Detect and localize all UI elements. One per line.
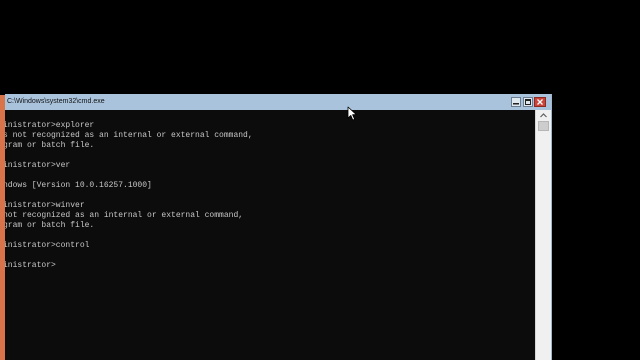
console-line: gram or batch file. [5, 141, 95, 150]
maximize-button[interactable] [523, 97, 533, 107]
console-line: inistrator>winver [5, 201, 85, 210]
console-line: gram or batch file. [5, 221, 95, 230]
console-line: inistrator>ver [5, 161, 71, 170]
window-title: C:\Windows\system32\cmd.exe [7, 98, 105, 105]
minimize-button[interactable] [511, 97, 521, 107]
title-bar[interactable]: C:\Windows\system32\cmd.exe [5, 94, 551, 110]
mouse-pointer-icon [347, 106, 357, 121]
console-output[interactable]: inistrator>explorer s not recognized as … [5, 110, 535, 360]
scroll-thumb[interactable] [538, 121, 549, 131]
console-line: s not recognized as an internal or exter… [5, 131, 253, 140]
console-line: ndows [Version 10.0.16257.1000] [5, 181, 152, 190]
maximize-icon [525, 99, 531, 105]
console-line: not recognized as an internal or externa… [5, 211, 244, 220]
close-button[interactable] [534, 97, 546, 107]
console-line: inistrator>explorer [5, 121, 95, 130]
console-line: inistrator>control [5, 241, 90, 250]
minimize-icon [513, 103, 519, 105]
cmd-window[interactable]: C:\Windows\system32\cmd.exe inistrator>e… [5, 94, 552, 360]
console-prompt: inistrator> [5, 261, 56, 270]
vertical-scrollbar[interactable] [535, 110, 551, 360]
scroll-up-arrow-icon[interactable] [538, 111, 549, 120]
close-icon [537, 99, 543, 105]
